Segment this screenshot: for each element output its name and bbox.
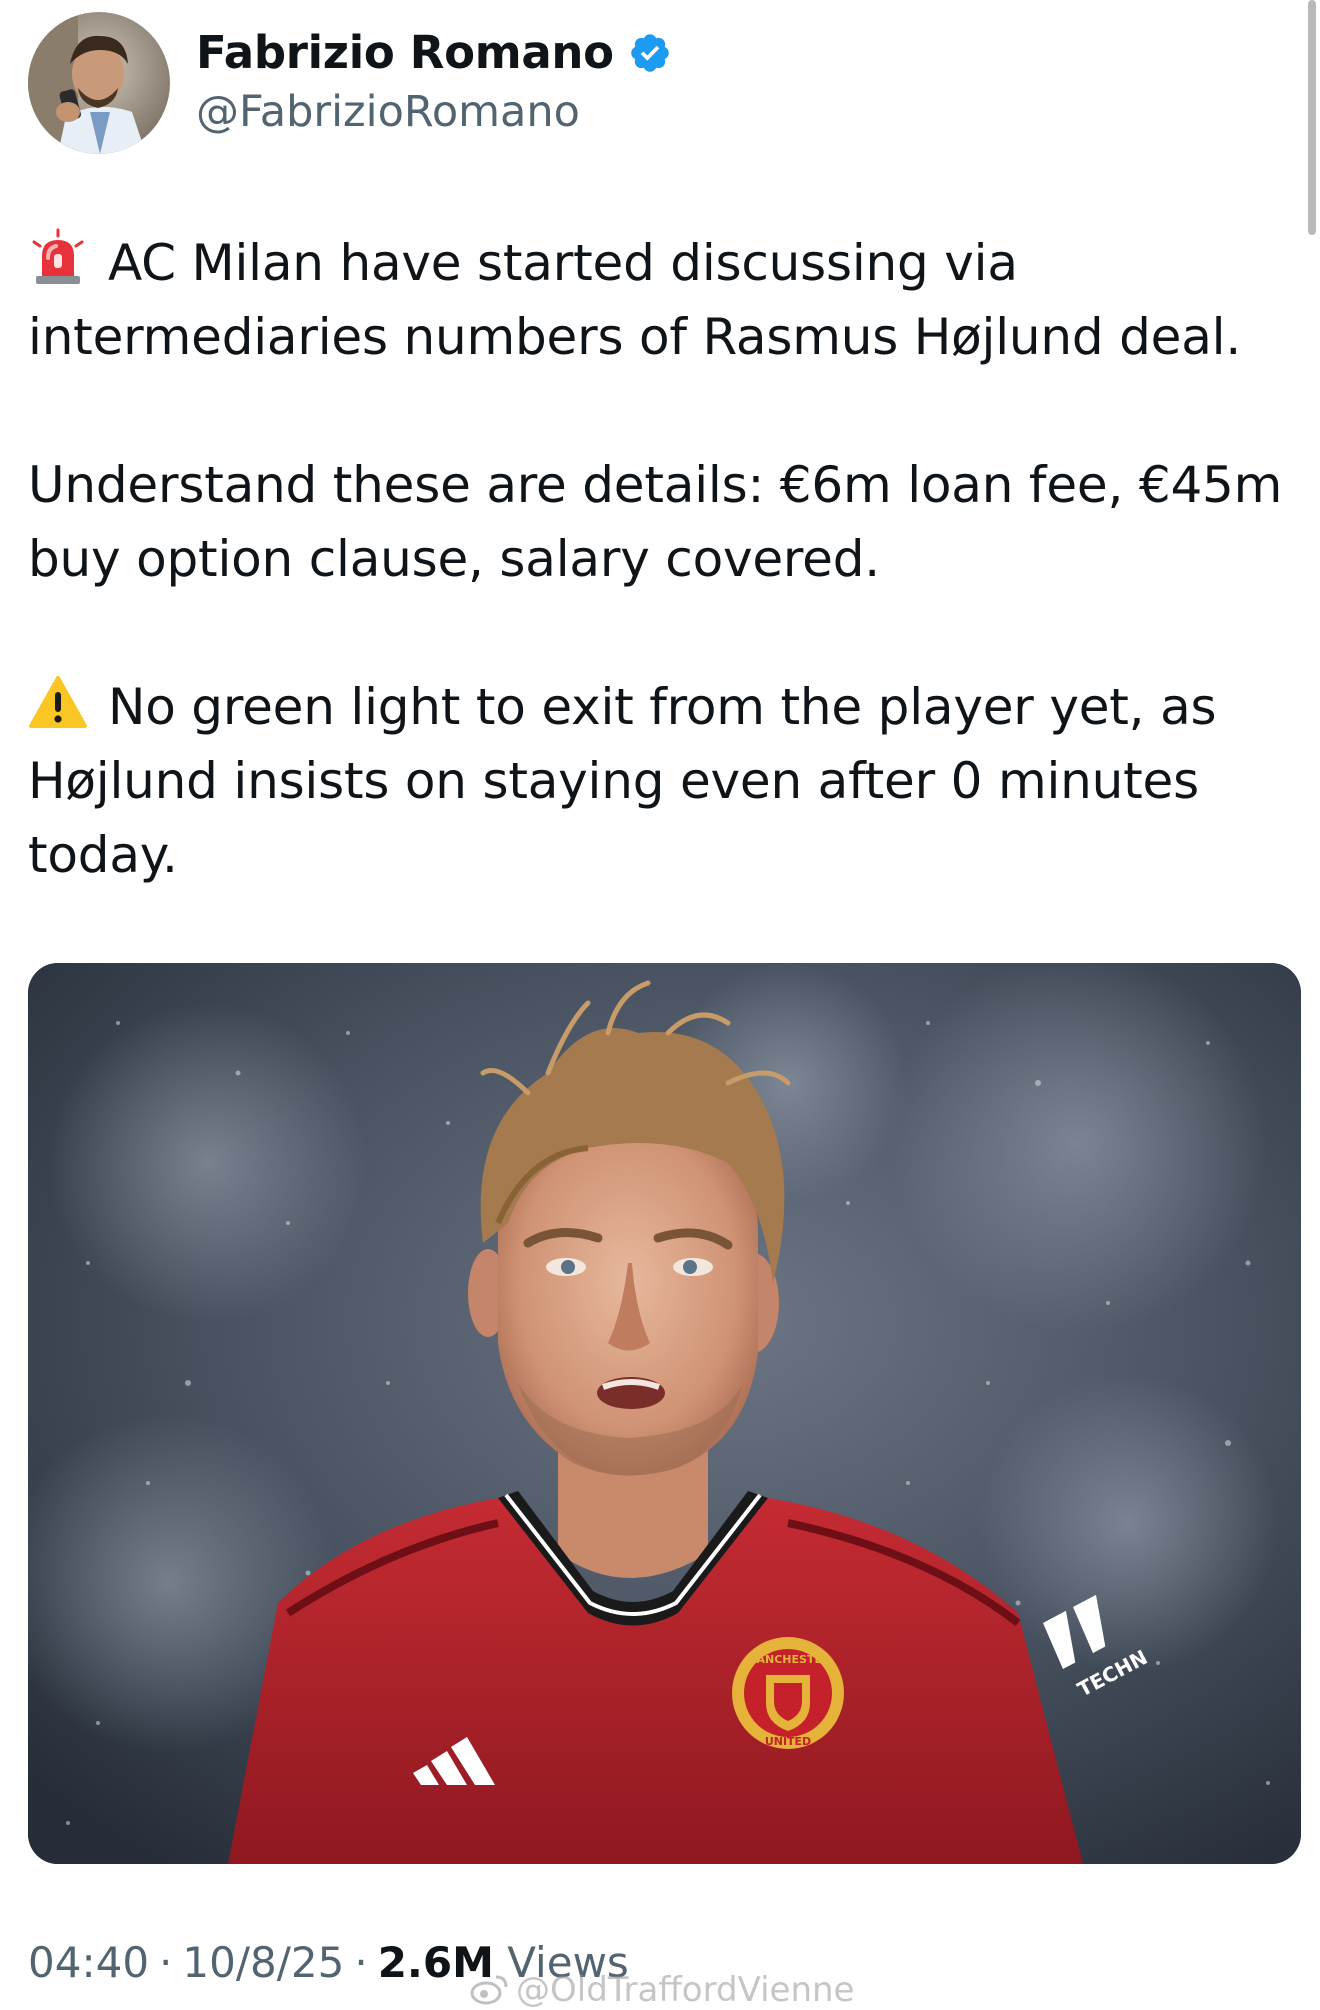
tweet-time[interactable]: 04:40 xyxy=(28,1938,149,1987)
name-row: Fabrizio Romano xyxy=(196,25,672,81)
tweet-paragraph-2: Understand these are details: €6m loan f… xyxy=(28,448,1288,596)
tweet-header: Fabrizio Romano @FabrizioRomano xyxy=(28,10,672,155)
crest-text-bottom: UNITED xyxy=(765,1735,811,1748)
watermark: @OldTraffordVienne xyxy=(470,1970,854,2010)
tweet-paragraph-3-text: No green light to exit from the player y… xyxy=(28,678,1217,884)
scrollbar[interactable] xyxy=(1308,0,1316,235)
tweet-paragraph-1-text: AC Milan have started discussing via int… xyxy=(28,234,1242,366)
watermark-text: @OldTraffordVienne xyxy=(516,1970,855,2010)
tweet-media-photo[interactable]: MANCHESTER UNITED TECHN xyxy=(28,963,1301,1864)
tweet-paragraph-1: AC Milan have started discussing via int… xyxy=(28,226,1288,374)
weibo-icon xyxy=(470,1975,508,2005)
rotating-light-icon xyxy=(28,228,88,288)
meta-separator: · xyxy=(159,1938,173,1987)
tweet-date[interactable]: 10/8/25 xyxy=(182,1938,344,1987)
author-handle[interactable]: @FabrizioRomano xyxy=(196,83,672,141)
author-names: Fabrizio Romano @FabrizioRomano xyxy=(196,25,672,141)
verified-badge-icon[interactable] xyxy=(628,31,672,75)
warning-icon xyxy=(28,672,88,732)
meta-separator: · xyxy=(354,1938,368,1987)
crest-text-top: MANCHESTER xyxy=(746,1653,831,1666)
author-display-name[interactable]: Fabrizio Romano xyxy=(196,25,614,81)
tweet-paragraph-2-text: Understand these are details: €6m loan f… xyxy=(28,456,1283,588)
author-avatar[interactable] xyxy=(28,11,170,154)
tweet-paragraph-3: No green light to exit from the player y… xyxy=(28,670,1288,892)
tweet-text: AC Milan have started discussing via int… xyxy=(28,226,1288,892)
